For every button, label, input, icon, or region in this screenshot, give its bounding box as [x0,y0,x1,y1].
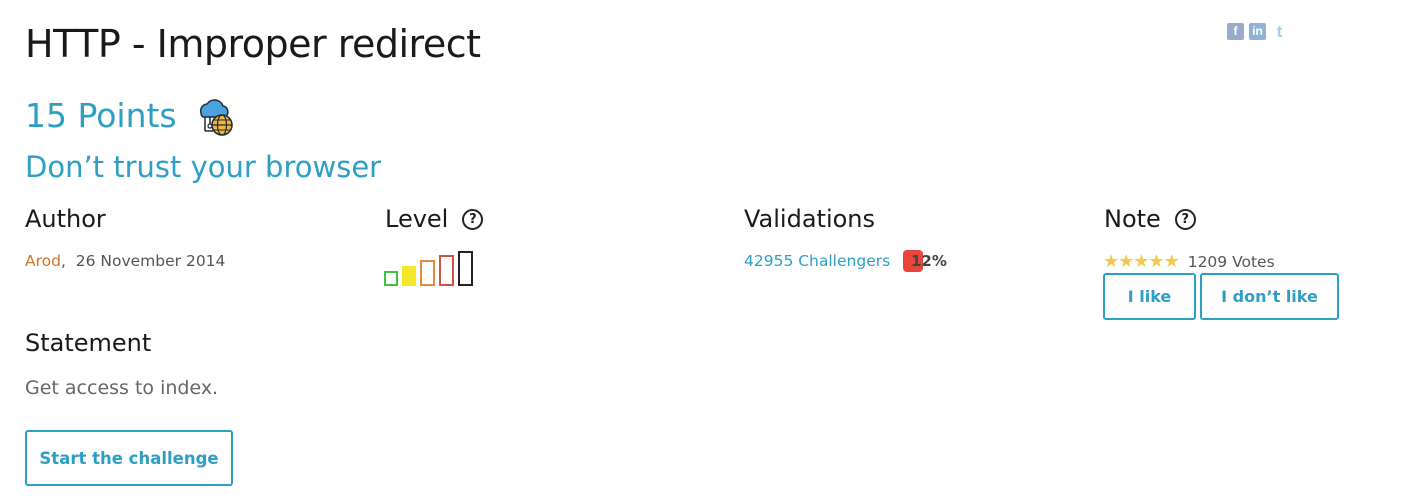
author-name-link[interactable]: Arod [25,252,61,270]
level-heading-label: Level [385,205,449,233]
percent-value: 12% [911,252,947,270]
level-bar-5 [458,251,473,286]
dislike-button[interactable]: I don’t like [1200,273,1339,320]
note-heading: Note ? [1104,205,1196,233]
level-bar-4 [439,255,454,286]
author-separator: , [60,252,76,270]
level-bar-2 [402,266,416,286]
star-icon: ★ [1163,251,1180,272]
votes-count: 1209 Votes [1187,252,1275,271]
help-icon[interactable]: ? [462,208,484,230]
twitter-icon[interactable]: t [1271,23,1288,40]
cloud-network-globe-icon [193,93,237,137]
star-icon: ★ [1133,251,1149,272]
statement-text: Get access to index. [25,377,219,399]
note-heading-label: Note [1104,205,1161,233]
star-icon: ★ [1118,251,1134,272]
author-heading-label: Author [25,205,106,233]
linkedin-icon[interactable]: in [1249,23,1266,40]
start-challenge-button[interactable]: Start the challenge [25,430,233,486]
validations-heading-label: Validations [744,205,876,233]
level-bars-svg [384,251,473,286]
level-bar-1 [384,271,398,286]
author-info: Arod, 26 November 2014 [25,252,225,270]
points-label: 15 Points [25,95,177,135]
facebook-icon[interactable]: f [1227,23,1244,40]
star-icon: ★ [1103,251,1119,272]
challengers-link[interactable]: 42955 Challengers [744,252,890,270]
author-heading: Author [25,205,106,233]
author-date: 26 November 2014 [75,252,226,270]
level-bar-3 [420,260,435,286]
star-icon: ★ [1148,251,1164,272]
level-indicator [384,250,484,286]
rating: ★★★★★ 1209 Votes [1103,251,1275,272]
social-share-bar: f in t [1227,23,1288,40]
challenge-subtitle: Don’t trust your browser [25,150,382,184]
like-button[interactable]: I like [1103,273,1196,320]
challenge-points: 15 Points [25,93,237,137]
validations-heading: Validations [744,205,875,233]
help-icon[interactable]: ? [1174,208,1196,230]
level-heading: Level ? [385,205,484,233]
page-title: HTTP - Improper redirect [25,22,481,66]
statement-heading: Statement [25,329,152,357]
star-rating: ★★★★★ [1103,251,1180,272]
